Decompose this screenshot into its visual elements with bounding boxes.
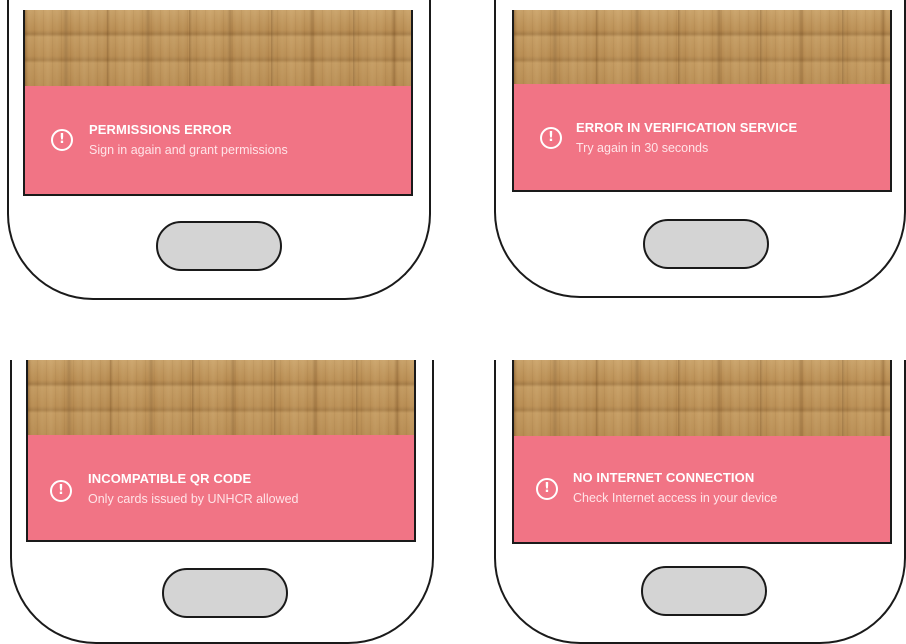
home-button[interactable]	[643, 219, 769, 269]
phone-screen: ! NO INTERNET CONNECTION Check Internet …	[512, 360, 892, 544]
wood-background	[514, 10, 890, 86]
error-banner: ! ERROR IN VERIFICATION SERVICE Try agai…	[514, 84, 890, 190]
error-banner: ! NO INTERNET CONNECTION Check Internet …	[514, 436, 890, 542]
home-button[interactable]	[641, 566, 767, 616]
error-banner: ! PERMISSIONS ERROR Sign in again and gr…	[25, 86, 411, 194]
phone-frame-internet: ! NO INTERNET CONNECTION Check Internet …	[494, 360, 906, 644]
alert-circle-icon: !	[50, 480, 72, 502]
wood-background	[25, 10, 411, 88]
phone-screen: ! ERROR IN VERIFICATION SERVICE Try agai…	[512, 10, 892, 192]
home-button[interactable]	[156, 221, 282, 271]
phone-frame-permissions: ! PERMISSIONS ERROR Sign in again and gr…	[7, 0, 431, 300]
error-title: PERMISSIONS ERROR	[89, 122, 232, 137]
error-message: Check Internet access in your device	[573, 491, 778, 505]
error-title: INCOMPATIBLE QR CODE	[88, 471, 252, 486]
error-message: Sign in again and grant permissions	[89, 143, 288, 157]
error-title: ERROR IN VERIFICATION SERVICE	[576, 120, 798, 135]
phone-screen: ! PERMISSIONS ERROR Sign in again and gr…	[23, 10, 413, 196]
error-banner: ! INCOMPATIBLE QR CODE Only cards issued…	[28, 435, 414, 540]
wood-background	[28, 360, 414, 437]
error-title: NO INTERNET CONNECTION	[573, 470, 755, 485]
alert-circle-icon: !	[51, 129, 73, 151]
home-button[interactable]	[162, 568, 288, 618]
error-message: Try again in 30 seconds	[576, 141, 709, 155]
phone-frame-qr: ! INCOMPATIBLE QR CODE Only cards issued…	[10, 360, 434, 644]
phone-screen: ! INCOMPATIBLE QR CODE Only cards issued…	[26, 360, 416, 542]
alert-circle-icon: !	[540, 127, 562, 149]
wood-background	[514, 360, 890, 438]
phone-frame-verification: ! ERROR IN VERIFICATION SERVICE Try agai…	[494, 0, 906, 298]
alert-circle-icon: !	[536, 478, 558, 500]
error-message: Only cards issued by UNHCR allowed	[88, 492, 299, 506]
